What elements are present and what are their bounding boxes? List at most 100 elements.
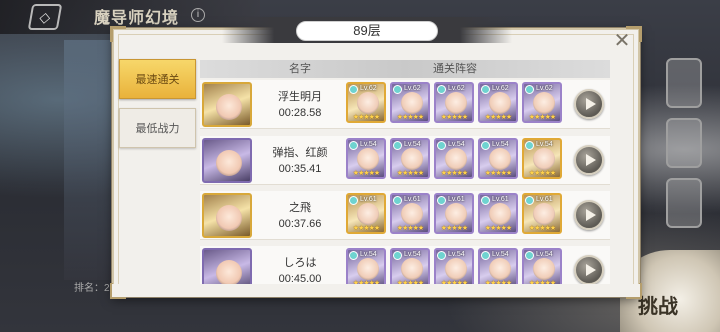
hero-card[interactable]: Lv.54★★★★★ [346,248,386,289]
element-icon [437,85,446,94]
hero-level: Lv.61 [448,196,465,203]
play-replay-icon[interactable] [574,89,604,119]
element-icon [437,141,446,150]
hero-card[interactable]: Lv.54★★★★★ [390,248,430,289]
hero-level: Lv.54 [448,251,465,258]
hero-portrait-icon [445,203,467,225]
hero-stars: ★★★★★ [484,225,512,232]
hero-stars: ★★★★★ [352,225,380,232]
hero-card[interactable]: Lv.54★★★★★ [522,138,562,179]
player-name: 弹指、红颜 [272,147,328,159]
avatar-face-icon [216,260,242,286]
hero-card[interactable]: Lv.54 ★★★★★ [390,138,430,179]
hero-card[interactable]: Lv.54★★★★★ [522,248,562,289]
hero-card[interactable]: Lv.61 ★★★★★ [390,193,430,234]
hero-level: Lv.61 [492,196,509,203]
hero-level: Lv.62 [492,85,509,92]
hero-portrait-icon [533,203,555,225]
element-icon [349,85,358,94]
avatar-face-icon [216,150,242,176]
hero-card[interactable]: Lv.61 ★★★★★ [346,193,386,234]
hero-stars: ★★★★★ [440,114,468,121]
hero-portrait-icon [533,148,555,170]
close-icon[interactable]: ✕ [609,30,635,52]
panel-bottom-edge [112,284,640,297]
player-avatar[interactable] [202,138,252,183]
hero-level: Lv.61 [536,196,553,203]
hero-stars: ★★★★★ [484,114,512,121]
hero-portrait-icon [445,258,467,280]
element-icon [393,85,402,94]
hero-card[interactable]: Lv.62 ★★★★★ [390,82,430,123]
clear-time: 00:35.41 [278,163,322,175]
hero-card[interactable]: Lv.61 ★★★★★ [522,193,562,234]
hero-card[interactable]: Lv.54★★★★★ [478,248,518,289]
hero-portrait-icon [357,258,379,280]
player-name: しろは [283,257,317,269]
play-replay-icon[interactable] [574,145,604,175]
hero-card[interactable]: Lv.61 ★★★★★ [434,193,474,234]
hero-level: Lv.62 [404,85,421,92]
hero-card[interactable]: Lv.54★★★★★ [346,138,386,179]
back-icon[interactable]: ◇ [27,4,63,30]
element-icon [525,85,534,94]
hero-portrait-icon [401,92,423,114]
hero-portrait-icon [401,258,423,280]
corner-ornament-icon [110,26,126,42]
challenge-button-label: 挑战 [638,296,678,318]
hero-card[interactable]: Lv.62 ★★★★★ [522,82,562,123]
hero-card[interactable]: Lv.62 ★★★★★ [434,82,474,123]
hero-card[interactable]: Lv.62 ★★★★★ [478,82,518,123]
hero-card[interactable]: Lv.62 ★★★★★ [346,82,386,123]
element-icon [481,85,490,94]
hero-level: Lv.54 [492,251,509,258]
hero-level: Lv.62 [448,85,465,92]
element-icon [525,251,534,260]
info-icon[interactable]: i [191,8,205,22]
player-name: 浮生明月 [278,91,322,103]
element-icon [481,196,490,205]
hero-stars: ★★★★★ [528,225,556,232]
hero-level: Lv.54 [536,141,553,148]
hero-stars: ★★★★★ [352,170,380,177]
hero-card[interactable]: Lv.61 ★★★★★ [478,193,518,234]
background-character-card [64,40,114,280]
tab-lowest-power[interactable]: 最低战力 [119,108,196,148]
hero-portrait-icon [357,92,379,114]
hero-portrait-icon [489,148,511,170]
floor-label: 89层 [296,21,438,41]
table-row: 浮生明月 00:28.58 Lv.62 ★★★★★ Lv.62 ★★★★★ Lv.62 ★★★… [200,80,610,129]
play-replay-icon[interactable] [574,200,604,230]
background-side-button[interactable] [666,58,702,108]
player-avatar[interactable] [202,193,252,238]
hero-portrait-icon [489,258,511,280]
hero-card[interactable]: Lv.54★★★★★ [434,138,474,179]
element-icon [481,251,490,260]
hero-level: Lv.54 [492,141,509,148]
hero-level: Lv.61 [404,196,421,203]
hero-level: Lv.62 [536,85,553,92]
hero-stars: ★★★★★ [352,114,380,121]
hero-stars: ★★★★★ [440,225,468,232]
hero-portrait-icon [401,148,423,170]
play-replay-icon[interactable] [574,255,604,285]
tab-fastest-clear[interactable]: 最速通关 [119,59,196,99]
column-header-name: 名字 [289,63,311,75]
background-side-button[interactable] [666,178,702,228]
hero-portrait-icon [357,148,379,170]
hero-card[interactable]: Lv.54★★★★★ [434,248,474,289]
hero-portrait-icon [489,203,511,225]
hero-stars: ★★★★★ [396,225,424,232]
background-side-button[interactable] [666,118,702,168]
hero-card[interactable]: Lv.54★★★★★ [478,138,518,179]
background-title: 魔导师幻境 [94,10,180,27]
hero-stars: ★★★★★ [396,170,424,177]
hero-portrait-icon [533,258,555,280]
hero-portrait-icon [401,203,423,225]
hero-level: Lv.54 [404,141,421,148]
element-icon [393,196,402,205]
hero-stars: ★★★★★ [528,114,556,121]
player-avatar[interactable] [202,82,252,127]
clear-time: 00:28.58 [278,107,322,119]
element-icon [349,251,358,260]
